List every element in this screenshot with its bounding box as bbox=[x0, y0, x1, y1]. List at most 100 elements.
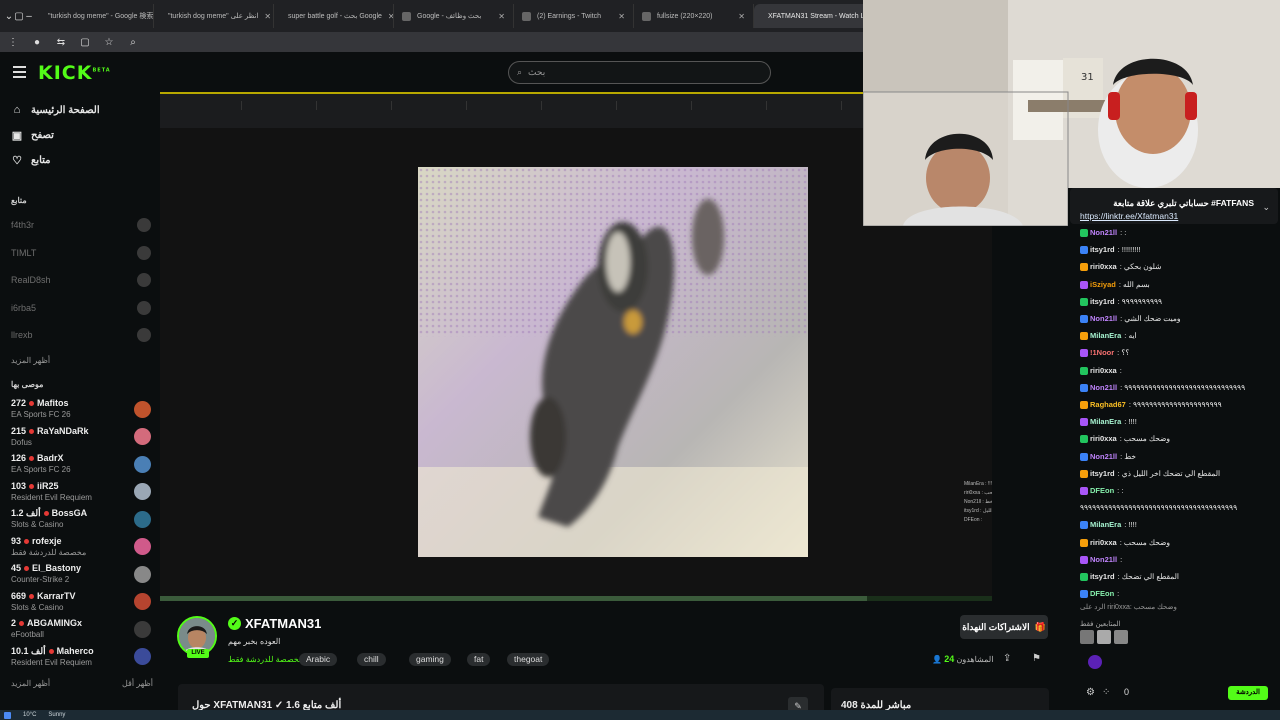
stream-tag[interactable]: gaming bbox=[409, 653, 451, 666]
menu-icon[interactable] bbox=[13, 66, 26, 78]
nav-home[interactable]: ⌂ الصفحة الرئيسية bbox=[11, 104, 100, 116]
nav-browse[interactable]: ▣ تصفح bbox=[11, 129, 54, 142]
chat-username[interactable]: itsy1rd bbox=[1090, 245, 1115, 254]
kick-logo[interactable]: KICKBETA bbox=[38, 62, 111, 84]
recommended-item[interactable]: 215 RaYaNDaRk Dofus bbox=[11, 424, 151, 450]
tab-close-icon[interactable]: ✕ bbox=[738, 12, 745, 21]
emote-icon[interactable] bbox=[1097, 630, 1111, 644]
chat-username[interactable]: Non21ll bbox=[1090, 314, 1117, 323]
chat-message[interactable]: riri0xxa: شلون بحكي bbox=[1080, 262, 1276, 272]
emote-icon[interactable] bbox=[1114, 630, 1128, 644]
chat-username[interactable]: MilanEra bbox=[1090, 331, 1121, 340]
channel-name[interactable]: XFATMAN31 bbox=[245, 616, 321, 631]
emote-row[interactable] bbox=[1080, 630, 1130, 646]
chat-username[interactable]: Non21ll bbox=[1090, 228, 1117, 237]
chat-message[interactable]: DFEon: bbox=[1080, 589, 1276, 599]
mic-icon[interactable] bbox=[1088, 655, 1102, 669]
recommended-item[interactable]: 45 El_Bastony Counter-Strike 2 bbox=[11, 561, 151, 587]
nav-following[interactable]: ♡ متابع bbox=[11, 154, 50, 167]
browser-tab[interactable]: XFATMAN31 Stream - Watch Live✕ bbox=[754, 4, 874, 28]
minimize-icon[interactable]: – bbox=[24, 11, 34, 22]
recommended-item[interactable]: 93 rofexje مخصصة للدردشة فقط bbox=[11, 534, 151, 560]
users-icon[interactable]: ⁘ bbox=[1102, 687, 1110, 698]
bookmark-icon[interactable]: ☆ bbox=[104, 37, 114, 48]
settings-icon[interactable]: ⚙ bbox=[1086, 687, 1095, 698]
chat-message[interactable]: riri0xxa: وضحك مسحب bbox=[1080, 434, 1276, 444]
chat-username[interactable]: Raghad67 bbox=[1090, 400, 1126, 409]
recommended-item[interactable]: 2 ABGAMINGx eFootball bbox=[11, 616, 151, 642]
chat-message[interactable]: Non21ll: خط bbox=[1080, 452, 1276, 461]
chat-username[interactable]: iSziyad bbox=[1090, 280, 1116, 289]
more-icon[interactable]: ⋮ bbox=[8, 37, 18, 48]
send-chat-button[interactable]: الدردشة bbox=[1228, 686, 1268, 700]
chat-message[interactable]: Non21ll: bbox=[1080, 555, 1276, 564]
following-item[interactable]: RealD8sh bbox=[11, 273, 151, 287]
recommended-item[interactable]: 103 iiR25 Resident Evil Requiem bbox=[11, 479, 151, 505]
show-less[interactable]: أظهر أقل bbox=[122, 679, 153, 688]
stream-category[interactable]: مخصصة للدردشة فقط bbox=[228, 655, 303, 664]
show-more-following[interactable]: أظهر المزيد bbox=[11, 356, 50, 365]
chat-username[interactable]: Non21ll bbox=[1090, 555, 1117, 564]
chat-message[interactable]: ٩٩٩٩٩٩٩٩٩٩٩٩٩٩٩٩٩٩٩٩٩٩٩٩٩٩٩٩٩٩٩٩٩٩٩٩٩٩٩ bbox=[1080, 503, 1276, 512]
following-item[interactable]: i6rba5 bbox=[11, 300, 151, 315]
chat-username[interactable]: MilanEra bbox=[1090, 417, 1121, 426]
chat-username[interactable]: riri0xxa bbox=[1090, 538, 1117, 547]
browser-tab[interactable]: fullsize (220×220) ✕ bbox=[634, 4, 754, 28]
tab-close-icon[interactable]: ✕ bbox=[498, 12, 505, 21]
tab-close-icon[interactable]: ✕ bbox=[618, 12, 625, 21]
recommended-item[interactable]: 669 KarrarTV Slots & Casino bbox=[11, 589, 151, 615]
browser-tab[interactable]: "turkish dog meme" انظر على ✕ bbox=[154, 4, 274, 28]
chat-message[interactable]: MilanEra: ايه bbox=[1080, 331, 1276, 341]
chat-username[interactable]: !1Noor bbox=[1090, 348, 1114, 357]
chat-username[interactable]: itsy1rd bbox=[1090, 572, 1115, 581]
chat-message[interactable]: Raghad67: ٩٩٩٩٩٩٩٩٩٩٩٩٩٩٩٩٩٩٩٩٩٩ bbox=[1080, 400, 1276, 410]
follow-user-icon[interactable]: ⚑ bbox=[1032, 653, 1041, 664]
chat-message[interactable]: MilanEra: !!!! bbox=[1080, 520, 1276, 530]
chat-message[interactable]: Non21ll: : bbox=[1080, 228, 1276, 238]
tab-close-icon[interactable]: ✕ bbox=[264, 12, 271, 21]
pinned-link[interactable]: https://linktr.ee/Xfatman31 bbox=[1080, 211, 1178, 221]
app-icon[interactable]: ▢ bbox=[14, 11, 24, 22]
emote-icon[interactable] bbox=[1080, 630, 1094, 644]
stream-tag[interactable]: thegoat bbox=[507, 653, 550, 666]
chat-message[interactable]: !1Noor: ؟؟ bbox=[1080, 348, 1276, 358]
recommended-item[interactable]: 126 BadrX EA Sports FC 26 bbox=[11, 451, 151, 477]
browser-tab[interactable]: Google - بحث وظائف ✕ bbox=[394, 4, 514, 28]
chat-message[interactable]: riri0xxa: وضحك مسحب bbox=[1080, 538, 1276, 547]
chat-message[interactable]: Non21ll: ٩٩٩٩٩٩٩٩٩٩٩٩٩٩٩٩٩٩٩٩٩٩٩٩٩٩٩٩٩٩ bbox=[1080, 383, 1276, 392]
chat-message[interactable]: itsy1rd: المقطع الي تضحك اخر الليل ذي bbox=[1080, 469, 1276, 478]
tab-search-icon[interactable]: ▢ bbox=[80, 37, 90, 48]
recommended-item[interactable]: 1.2 ألف BossGA Slots & Casino bbox=[11, 506, 151, 532]
following-item[interactable]: f4th3r bbox=[11, 218, 151, 232]
chat-message[interactable]: Non21ll: وميت ضحك الشي bbox=[1080, 314, 1276, 324]
chat-username[interactable]: MilanEra bbox=[1090, 520, 1121, 529]
gift-subs-button[interactable]: الاشتراكات النهداة 🎁 bbox=[960, 615, 1048, 639]
following-item[interactable]: llrexb bbox=[11, 328, 151, 342]
search-input[interactable]: ⌕ بحث bbox=[508, 61, 771, 84]
chat-message[interactable]: riri0xxa: bbox=[1080, 366, 1276, 375]
extensions-icon[interactable]: ⇆ bbox=[56, 37, 66, 48]
chat-username[interactable]: Non21ll bbox=[1090, 383, 1117, 392]
chat-message[interactable]: DFEon: : bbox=[1080, 486, 1276, 496]
share-icon[interactable]: ⇪ bbox=[1003, 653, 1011, 664]
show-more-recommended[interactable]: أظهر المزيد bbox=[11, 679, 50, 688]
start-icon[interactable] bbox=[4, 711, 11, 719]
stream-tag[interactable]: chill bbox=[357, 653, 386, 666]
chat-message[interactable]: itsy1rd: ٩٩٩٩٩٩٩٩٩٩ bbox=[1080, 297, 1276, 306]
chat-username[interactable]: Non21ll bbox=[1090, 452, 1117, 461]
stream-tag[interactable]: Arabic bbox=[299, 653, 338, 666]
following-item[interactable]: TIMLT bbox=[11, 245, 151, 260]
chat-message[interactable]: iSziyad: بسم الله bbox=[1080, 280, 1276, 289]
browser-tab[interactable]: "turkish dog meme" - Google 検索✕ bbox=[34, 4, 154, 28]
chat-username[interactable]: DFEon bbox=[1090, 589, 1114, 598]
chat-username[interactable]: riri0xxa bbox=[1090, 262, 1117, 271]
window-menu-icon[interactable]: ⌄ bbox=[4, 11, 14, 22]
profile-icon[interactable]: ● bbox=[32, 37, 42, 48]
recommended-item[interactable]: 272 Mafitos EA Sports FC 26 bbox=[11, 396, 151, 422]
chat-message[interactable]: itsy1rd: المقطع الي تضحك bbox=[1080, 572, 1276, 582]
browser-tab[interactable]: (2) Earnings - Twitch ✕ bbox=[514, 4, 634, 28]
recommended-item[interactable]: 10.1 ألف Maherco Resident Evil Requiem bbox=[11, 644, 151, 670]
chat-username[interactable]: riri0xxa bbox=[1090, 434, 1117, 443]
chat-username[interactable]: DFEon bbox=[1090, 486, 1114, 495]
stream-tag[interactable]: fat bbox=[467, 653, 491, 666]
